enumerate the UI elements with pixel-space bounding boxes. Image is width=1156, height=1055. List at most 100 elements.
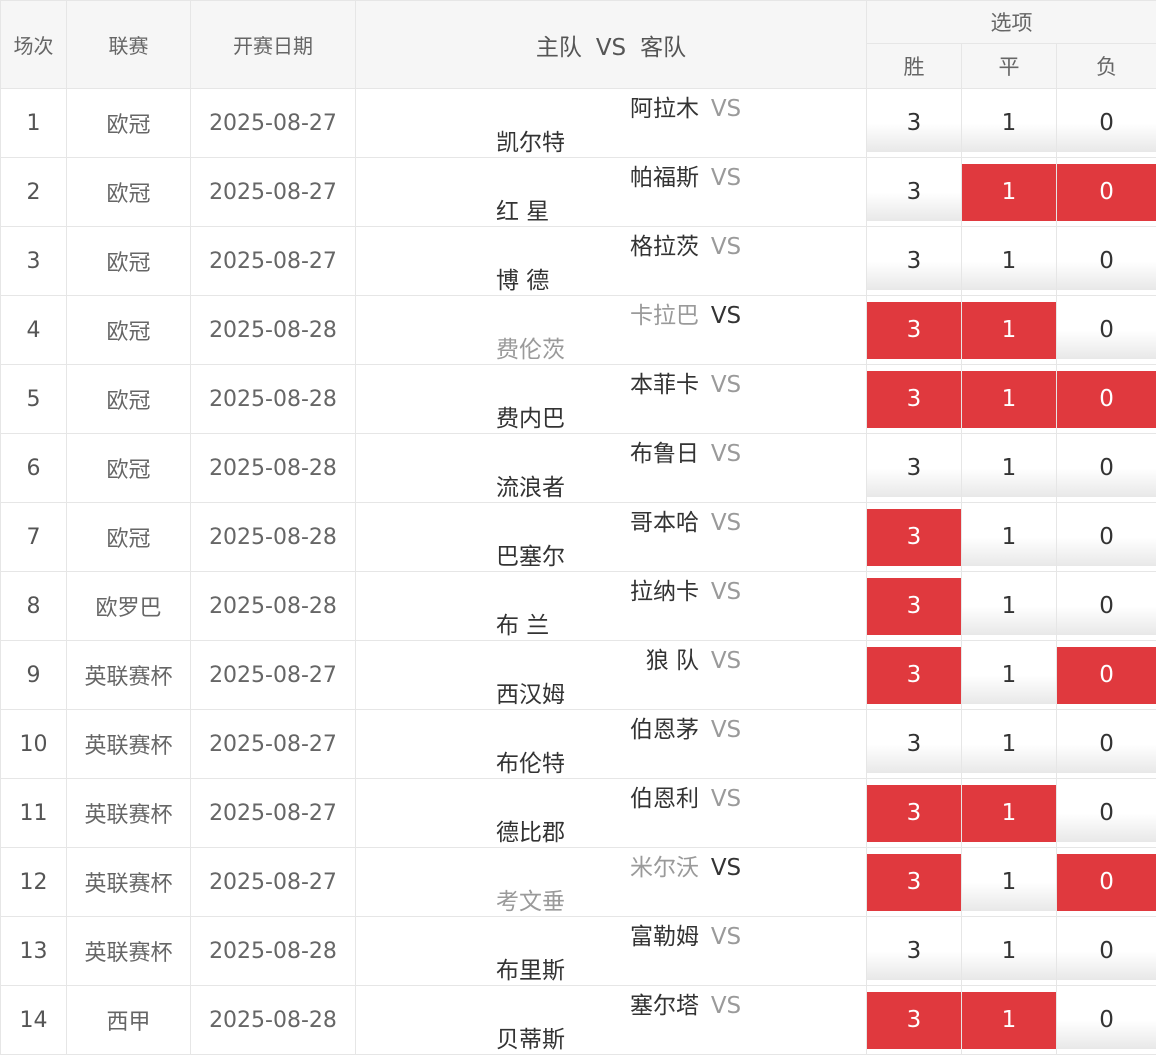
option-draw-button[interactable]: 1 xyxy=(962,854,1056,911)
option-cell: 3 xyxy=(867,572,962,641)
option-lose-button[interactable]: 0 xyxy=(1057,164,1156,221)
option-win-button[interactable]: 3 xyxy=(867,716,961,773)
league-name: 欧冠 xyxy=(67,503,191,572)
match-date: 2025-08-27 xyxy=(191,89,356,158)
table-row: 5欧冠2025-08-28本菲卡VS费内巴310 xyxy=(1,365,1156,434)
option-win-button[interactable]: 3 xyxy=(867,923,961,980)
away-team: 考文垂 xyxy=(496,882,726,916)
option-draw-button[interactable]: 1 xyxy=(962,164,1056,221)
option-cell: 1 xyxy=(962,503,1057,572)
match-date: 2025-08-27 xyxy=(191,227,356,296)
option-win-button[interactable]: 3 xyxy=(867,95,961,152)
home-team: 本菲卡 xyxy=(469,365,699,399)
option-win-button[interactable]: 3 xyxy=(867,578,961,635)
home-team: 哥本哈 xyxy=(469,503,699,537)
option-win-button[interactable]: 3 xyxy=(867,647,961,704)
option-draw-button[interactable]: 1 xyxy=(962,371,1056,428)
option-lose-button[interactable]: 0 xyxy=(1057,716,1156,773)
table-row: 4欧冠2025-08-28卡拉巴VS费伦茨310 xyxy=(1,296,1156,365)
option-cell: 1 xyxy=(962,227,1057,296)
option-cell: 3 xyxy=(867,89,962,158)
match-teams: 伯恩茅VS布伦特 xyxy=(356,710,867,779)
option-cell: 3 xyxy=(867,503,962,572)
option-cell: 0 xyxy=(1057,227,1156,296)
option-lose-button[interactable]: 0 xyxy=(1057,95,1156,152)
away-team: 红 星 xyxy=(496,192,726,226)
home-team: 米尔沃 xyxy=(469,848,699,882)
option-lose-button[interactable]: 0 xyxy=(1057,923,1156,980)
vs-label: VS xyxy=(699,786,753,812)
option-cell: 1 xyxy=(962,848,1057,917)
match-teams: 哥本哈VS巴塞尔 xyxy=(356,503,867,572)
match-index: 10 xyxy=(1,710,67,779)
option-lose-button[interactable]: 0 xyxy=(1057,233,1156,290)
option-lose-button[interactable]: 0 xyxy=(1057,302,1156,359)
match-index: 13 xyxy=(1,917,67,986)
match-date: 2025-08-28 xyxy=(191,986,356,1055)
option-draw-button[interactable]: 1 xyxy=(962,992,1056,1049)
league-name: 欧冠 xyxy=(67,89,191,158)
header-draw: 平 xyxy=(962,44,1057,89)
option-cell: 0 xyxy=(1057,710,1156,779)
option-draw-button[interactable]: 1 xyxy=(962,647,1056,704)
option-win-button[interactable]: 3 xyxy=(867,440,961,497)
match-teams: 伯恩利VS德比郡 xyxy=(356,779,867,848)
option-win-button[interactable]: 3 xyxy=(867,854,961,911)
option-win-button[interactable]: 3 xyxy=(867,233,961,290)
option-draw-button[interactable]: 1 xyxy=(962,785,1056,842)
option-lose-button[interactable]: 0 xyxy=(1057,785,1156,842)
option-cell: 1 xyxy=(962,779,1057,848)
match-teams: 格拉茨VS博 德 xyxy=(356,227,867,296)
option-cell: 0 xyxy=(1057,365,1156,434)
option-draw-button[interactable]: 1 xyxy=(962,509,1056,566)
option-win-button[interactable]: 3 xyxy=(867,371,961,428)
option-win-button[interactable]: 3 xyxy=(867,302,961,359)
option-draw-button[interactable]: 1 xyxy=(962,578,1056,635)
option-draw-button[interactable]: 1 xyxy=(962,302,1056,359)
league-name: 欧冠 xyxy=(67,158,191,227)
match-teams: 米尔沃VS考文垂 xyxy=(356,848,867,917)
option-lose-button[interactable]: 0 xyxy=(1057,440,1156,497)
option-lose-button[interactable]: 0 xyxy=(1057,854,1156,911)
option-cell: 0 xyxy=(1057,917,1156,986)
away-team: 巴塞尔 xyxy=(496,537,726,571)
option-lose-button[interactable]: 0 xyxy=(1057,578,1156,635)
option-win-button[interactable]: 3 xyxy=(867,509,961,566)
option-lose-button[interactable]: 0 xyxy=(1057,509,1156,566)
option-draw-button[interactable]: 1 xyxy=(962,233,1056,290)
option-cell: 3 xyxy=(867,848,962,917)
option-cell: 1 xyxy=(962,434,1057,503)
option-win-button[interactable]: 3 xyxy=(867,164,961,221)
home-team: 卡拉巴 xyxy=(469,296,699,330)
option-draw-button[interactable]: 1 xyxy=(962,95,1056,152)
option-cell: 1 xyxy=(962,89,1057,158)
match-date: 2025-08-27 xyxy=(191,158,356,227)
option-lose-button[interactable]: 0 xyxy=(1057,992,1156,1049)
table-row: 8欧罗巴2025-08-28拉纳卡VS布 兰310 xyxy=(1,572,1156,641)
match-teams: 狼 队VS西汉姆 xyxy=(356,641,867,710)
header-match: 主队VS客队 xyxy=(356,1,867,89)
vs-label: VS xyxy=(699,648,753,674)
table-row: 1欧冠2025-08-27阿拉木VS凯尔特310 xyxy=(1,89,1156,158)
away-team: 德比郡 xyxy=(496,813,726,847)
match-date: 2025-08-28 xyxy=(191,917,356,986)
match-table: 场次 联赛 开赛日期 主队VS客队 选项 胜 平 负 1欧冠2025-08-27… xyxy=(0,0,1156,1055)
match-date: 2025-08-27 xyxy=(191,710,356,779)
match-index: 11 xyxy=(1,779,67,848)
option-lose-button[interactable]: 0 xyxy=(1057,371,1156,428)
option-cell: 3 xyxy=(867,158,962,227)
option-draw-button[interactable]: 1 xyxy=(962,923,1056,980)
option-draw-button[interactable]: 1 xyxy=(962,440,1056,497)
table-row: 13英联赛杯2025-08-28富勒姆VS布里斯310 xyxy=(1,917,1156,986)
home-team: 拉纳卡 xyxy=(469,572,699,606)
option-win-button[interactable]: 3 xyxy=(867,785,961,842)
match-teams: 本菲卡VS费内巴 xyxy=(356,365,867,434)
option-lose-button[interactable]: 0 xyxy=(1057,647,1156,704)
match-index: 8 xyxy=(1,572,67,641)
league-name: 西甲 xyxy=(67,986,191,1055)
vs-label: VS xyxy=(699,441,753,467)
league-name: 欧罗巴 xyxy=(67,572,191,641)
option-win-button[interactable]: 3 xyxy=(867,992,961,1049)
match-date: 2025-08-28 xyxy=(191,572,356,641)
option-draw-button[interactable]: 1 xyxy=(962,716,1056,773)
